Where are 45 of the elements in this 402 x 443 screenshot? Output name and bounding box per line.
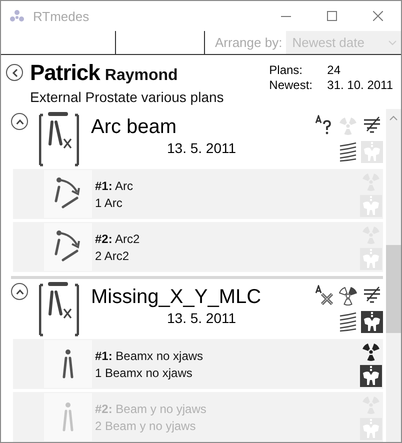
arc-beam-icon [53, 230, 83, 264]
plan-date: 13. 5. 2011 [167, 310, 238, 326]
beam-icon [61, 349, 75, 379]
stat-label: Plans: [269, 63, 304, 77]
beam-row[interactable]: #1: Arc 1 Arc [13, 169, 383, 219]
beam-row[interactable]: #2: Arc2 2 Arc2 [13, 222, 383, 272]
plan-date: 13. 5. 2011 [167, 140, 238, 156]
beam-title: #2: Beam y no yjaws [95, 402, 208, 416]
collapse-button[interactable] [11, 283, 28, 300]
chevron-left-icon [12, 68, 18, 76]
plan-icon [39, 112, 79, 168]
beam-title: #2: Arc2 [95, 232, 141, 246]
stat-value: 24 [327, 63, 342, 77]
patient-description: External Prostate various plans [30, 89, 225, 105]
stat-value: 31. 10. 2011 [327, 78, 393, 92]
beam-description: 1 Beamx no xjaws [95, 366, 194, 380]
scrollbar-thumb[interactable] [386, 245, 401, 333]
beam-description: 2 Beam y no yjaws [95, 418, 197, 432]
filter-icon[interactable] [362, 115, 382, 135]
maximize-icon[interactable] [327, 11, 337, 21]
plan-name: Arc beam [91, 116, 178, 139]
beam-description: 2 Arc2 [95, 248, 130, 262]
stat-label: Newest: [269, 78, 314, 92]
window-title: RTmedes [33, 8, 90, 24]
collapse-button[interactable] [11, 113, 28, 130]
arc-beam-icon [53, 177, 83, 211]
plan-name: Missing_X_Y_MLC [91, 286, 262, 309]
filter-icon[interactable] [362, 285, 382, 305]
beam-icon [61, 402, 75, 432]
chevron-up-icon [16, 288, 24, 294]
beam-title: #1: Arc [95, 178, 134, 192]
beam-title: #1: Beamx no xjaws [95, 348, 204, 362]
patient-first-name: Patrick [30, 61, 100, 85]
back-button[interactable] [6, 64, 23, 81]
chevron-up-icon [16, 118, 24, 124]
layers-icon[interactable] [338, 142, 358, 162]
beam-description: 1 Arc [95, 196, 124, 210]
app-icon [9, 9, 25, 23]
close-icon[interactable] [373, 11, 383, 21]
beam-row[interactable]: #1: Beamx no xjaws 1 Beamx no xjaws [13, 339, 383, 389]
arrange-label: Arrange by: [215, 34, 282, 52]
chevron-down-icon [388, 40, 397, 46]
patient-last-name: Raymond [104, 66, 178, 86]
layers-icon[interactable] [338, 312, 358, 332]
plan-icon [39, 282, 79, 338]
